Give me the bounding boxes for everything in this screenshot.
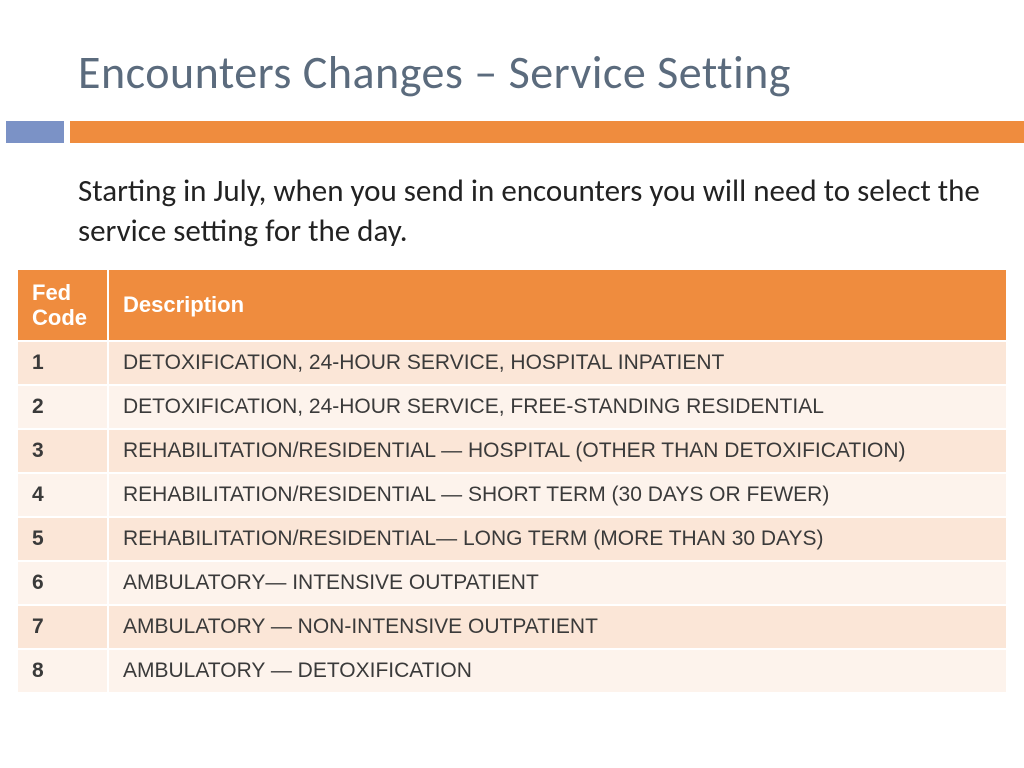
- table-wrap: Fed Code Description 1 DETOXIFICATION, 2…: [0, 270, 1024, 693]
- cell-code: 7: [18, 605, 108, 649]
- table-row: 2 DETOXIFICATION, 24-HOUR SERVICE, FREE-…: [18, 385, 1006, 429]
- cell-desc: REHABILITATION/RESIDENTIAL — HOSPITAL (O…: [108, 429, 1006, 473]
- cell-code: 1: [18, 341, 108, 385]
- cell-desc: AMBULATORY — DETOXIFICATION: [108, 649, 1006, 692]
- table-row: 7 AMBULATORY — NON-INTENSIVE OUTPATIENT: [18, 605, 1006, 649]
- table-row: 1 DETOXIFICATION, 24-HOUR SERVICE, HOSPI…: [18, 341, 1006, 385]
- cell-desc: REHABILITATION/RESIDENTIAL — SHORT TERM …: [108, 473, 1006, 517]
- table-header-row: Fed Code Description: [18, 270, 1006, 342]
- table-row: 6 AMBULATORY— INTENSIVE OUTPATIENT: [18, 561, 1006, 605]
- cell-code: 2: [18, 385, 108, 429]
- page-title: Encounters Changes – Service Setting: [0, 45, 1024, 101]
- cell-code: 6: [18, 561, 108, 605]
- slide: Encounters Changes – Service Setting Sta…: [0, 0, 1024, 692]
- cell-code: 8: [18, 649, 108, 692]
- col-header-code: Fed Code: [18, 270, 108, 342]
- accent-blue: [6, 121, 64, 143]
- cell-code: 4: [18, 473, 108, 517]
- accent-orange: [70, 121, 1024, 143]
- cell-desc: AMBULATORY— INTENSIVE OUTPATIENT: [108, 561, 1006, 605]
- cell-desc: DETOXIFICATION, 24-HOUR SERVICE, FREE-ST…: [108, 385, 1006, 429]
- cell-code: 3: [18, 429, 108, 473]
- cell-desc: AMBULATORY — NON-INTENSIVE OUTPATIENT: [108, 605, 1006, 649]
- cell-desc: DETOXIFICATION, 24-HOUR SERVICE, HOSPITA…: [108, 341, 1006, 385]
- intro-text: Starting in July, when you send in encou…: [0, 171, 1024, 252]
- service-setting-table: Fed Code Description 1 DETOXIFICATION, 2…: [18, 270, 1006, 693]
- accent-bar: [0, 121, 1024, 143]
- table-row: 8 AMBULATORY — DETOXIFICATION: [18, 649, 1006, 692]
- table-row: 3 REHABILITATION/RESIDENTIAL — HOSPITAL …: [18, 429, 1006, 473]
- col-header-desc: Description: [108, 270, 1006, 342]
- table-row: 4 REHABILITATION/RESIDENTIAL — SHORT TER…: [18, 473, 1006, 517]
- cell-code: 5: [18, 517, 108, 561]
- cell-desc: REHABILITATION/RESIDENTIAL— LONG TERM (M…: [108, 517, 1006, 561]
- table-row: 5 REHABILITATION/RESIDENTIAL— LONG TERM …: [18, 517, 1006, 561]
